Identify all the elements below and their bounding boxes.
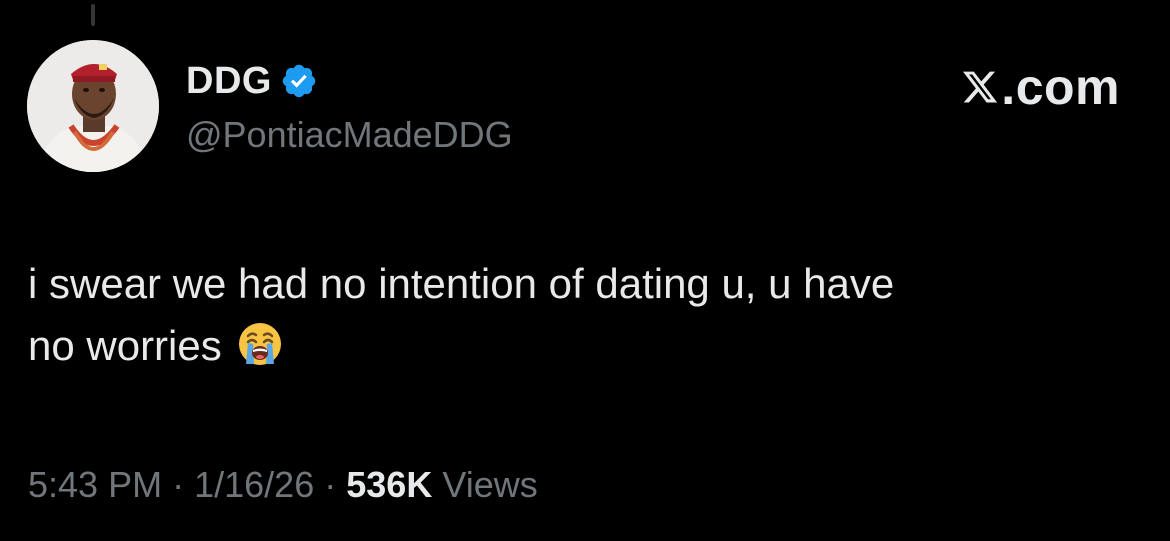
tweet-text-line-2-text: no worries (28, 322, 222, 369)
meta-separator: · (172, 464, 185, 505)
verified-badge-icon[interactable] (280, 62, 318, 100)
avatar-image (27, 40, 159, 172)
x-logo-icon (961, 68, 999, 106)
tweet-text-line-2: no worries (28, 315, 1138, 377)
meta-separator: · (324, 464, 337, 505)
tweet-time[interactable]: 5:43 PM (28, 464, 162, 505)
views-count[interactable]: 536K (346, 464, 432, 505)
display-name[interactable]: DDG (186, 60, 272, 103)
user-handle[interactable]: @PontiacMadeDDG (186, 114, 513, 156)
thread-connector-line (91, 4, 95, 26)
tweet-text-line-1: i swear we had no intention of dating u,… (28, 260, 895, 307)
avatar[interactable] (27, 40, 159, 172)
tweet-date[interactable]: 1/16/26 (194, 464, 314, 505)
user-info: DDG @PontiacMadeDDG (186, 58, 513, 156)
tweet-text: i swear we had no intention of dating u,… (28, 253, 1138, 377)
brand-watermark: .com (961, 62, 1120, 112)
loudly-crying-face-icon (236, 320, 284, 368)
tweet-meta: 5:43 PM · 1/16/26 · 536K Views (28, 464, 538, 506)
views-label[interactable]: Views (442, 464, 537, 505)
brand-text: .com (1001, 59, 1120, 115)
name-row: DDG (186, 58, 513, 104)
